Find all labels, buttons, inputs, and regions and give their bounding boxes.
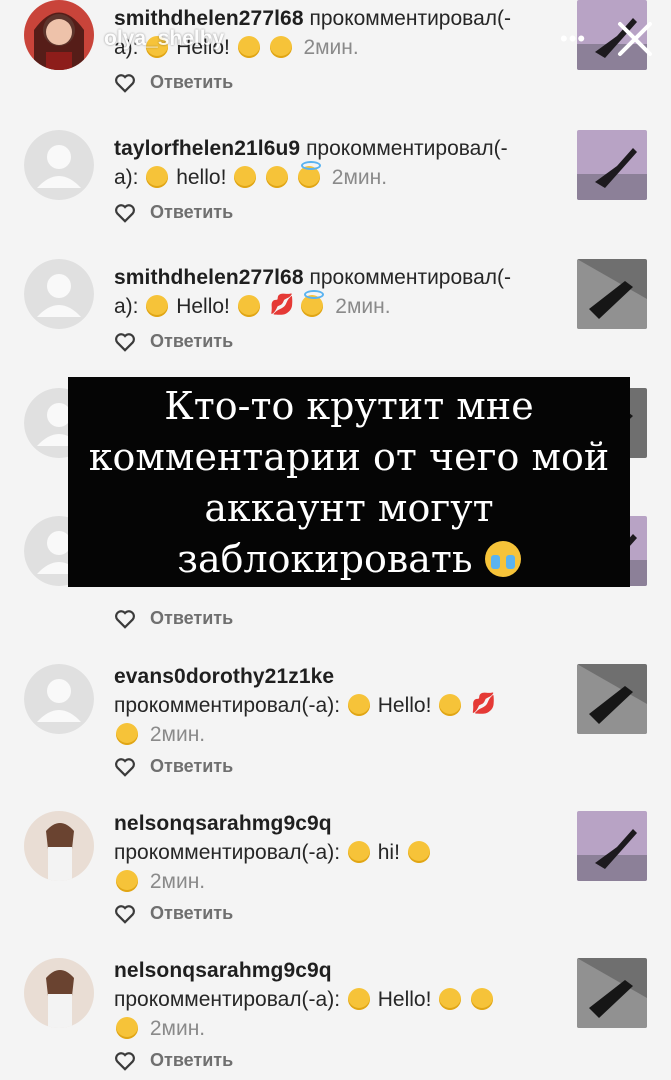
overlay-line: Кто-то крутит мне: [164, 384, 534, 428]
emoji-icon: [266, 166, 289, 188]
reply-label[interactable]: Ответить: [150, 202, 233, 223]
emoji-icon: [407, 841, 430, 863]
emoji-icon: [234, 166, 257, 188]
comment-text: hello!: [176, 166, 227, 189]
emoji-icon: [471, 988, 494, 1010]
overlay-line: аккаунт могут: [204, 486, 494, 530]
reply-button[interactable]: Ответить: [114, 756, 233, 777]
comment-verb: прокомментировал(-: [309, 266, 511, 289]
comment-text: Hello!: [377, 694, 432, 717]
post-thumbnail[interactable]: [577, 130, 647, 200]
comment-time: 2мин.: [149, 870, 206, 893]
comment-time: 2мин.: [331, 166, 388, 189]
comment-verb: прокомментировал(-: [306, 137, 508, 160]
comment-username[interactable]: taylorfhelen21l6u9: [114, 137, 300, 160]
reply-label[interactable]: Ответить: [150, 72, 233, 93]
heart-icon[interactable]: [114, 203, 136, 223]
reply-label[interactable]: Ответить: [150, 608, 233, 629]
story-text-overlay: Кто-то крутит мне комментарии от чего мо…: [68, 377, 630, 587]
comment-verb: прокомментировал(-: [309, 7, 511, 30]
emoji-icon: [237, 295, 260, 317]
comment-time: 2мин.: [149, 1017, 206, 1040]
emoji-icon: [116, 723, 138, 745]
emoji-icon: [439, 988, 462, 1010]
avatar[interactable]: [24, 130, 94, 200]
emoji-icon: [116, 870, 138, 892]
emoji-icon: [301, 290, 325, 317]
heart-icon[interactable]: [114, 73, 136, 93]
crying-face-icon: [484, 541, 521, 577]
heart-icon[interactable]: [114, 609, 136, 629]
reply-label[interactable]: Ответить: [150, 903, 233, 924]
emoji-icon: [146, 295, 169, 317]
reply-label[interactable]: Ответить: [150, 756, 233, 777]
emoji-icon: [269, 36, 292, 58]
avatar[interactable]: [24, 958, 94, 1028]
default-avatar-icon: [24, 664, 94, 734]
default-avatar-icon: [24, 259, 94, 329]
reply-button[interactable]: Ответить: [114, 331, 233, 352]
reply-button[interactable]: Ответить: [114, 202, 233, 223]
emoji-icon: [146, 166, 169, 188]
comment-body: nelsonqsarahmg9c9q прокомментировал(-а):…: [114, 809, 564, 896]
more-options-icon[interactable]: •••: [560, 26, 586, 52]
comment-body: taylorfhelen21l6u9 прокомментировал(- а)…: [114, 134, 564, 192]
heart-icon[interactable]: [114, 757, 136, 777]
kiss-icon: [270, 291, 295, 320]
post-thumbnail[interactable]: [577, 958, 647, 1028]
reply-button[interactable]: Ответить: [114, 72, 233, 93]
comment-verb-cont: а):: [114, 295, 139, 318]
comment-body: nelsonqsarahmg9c9q прокомментировал(-а):…: [114, 956, 564, 1043]
comment-time: 2мин.: [335, 295, 391, 318]
comment-time: 2мин.: [303, 36, 359, 59]
reply-label[interactable]: Ответить: [150, 331, 233, 352]
comment-username[interactable]: nelsonqsarahmg9c9q: [114, 809, 564, 838]
comment-username[interactable]: nelsonqsarahmg9c9q: [114, 956, 564, 985]
kiss-icon: [471, 690, 496, 719]
comment-username[interactable]: smithdhelen277l68: [114, 266, 304, 289]
reply-button[interactable]: Ответить: [114, 903, 233, 924]
comment-verb: прокомментировал(-а):: [114, 988, 341, 1011]
comment-text: Hello!: [176, 295, 230, 318]
comments-feed: smithdhelen277l68 прокомментировал(- а):…: [0, 0, 671, 1080]
post-thumbnail[interactable]: [577, 259, 647, 329]
heart-icon[interactable]: [114, 332, 136, 352]
emoji-icon: [297, 161, 321, 188]
comment-body: evans0dorothy21z1ke прокомментировал(-а)…: [114, 662, 564, 749]
heart-icon[interactable]: [114, 904, 136, 924]
emoji-icon: [347, 988, 370, 1010]
close-icon[interactable]: [612, 16, 658, 62]
heart-icon[interactable]: [114, 1051, 136, 1071]
avatar[interactable]: [24, 811, 94, 881]
comment-verb: прокомментировал(-а):: [114, 694, 341, 717]
comment-text: Hello!: [377, 988, 432, 1011]
reply-label[interactable]: Ответить: [150, 1050, 233, 1071]
overlay-line: заблокировать: [177, 537, 473, 581]
default-avatar-icon: [24, 130, 94, 200]
avatar[interactable]: [24, 259, 94, 329]
comment-verb: прокомментировал(-а):: [114, 841, 341, 864]
comment-username[interactable]: evans0dorothy21z1ke: [114, 662, 564, 691]
emoji-icon: [439, 694, 462, 716]
reply-button[interactable]: Ответить: [114, 608, 233, 629]
post-thumbnail[interactable]: [577, 811, 647, 881]
comment-body: smithdhelen277l68 прокомментировал(- а):…: [114, 263, 564, 321]
story-username: olya_shelby: [104, 27, 225, 50]
comment-text: hi!: [377, 841, 400, 864]
reply-button[interactable]: Ответить: [114, 1050, 233, 1071]
comment-verb-cont: а):: [114, 166, 139, 189]
emoji-icon: [116, 1017, 138, 1039]
overlay-line: комментарии от чего мой: [88, 435, 610, 479]
emoji-icon: [347, 694, 370, 716]
comment-time: 2мин.: [149, 723, 206, 746]
emoji-icon: [347, 841, 370, 863]
emoji-icon: [237, 36, 260, 58]
avatar[interactable]: [24, 664, 94, 734]
post-thumbnail[interactable]: [577, 664, 647, 734]
avatar[interactable]: [24, 0, 94, 70]
